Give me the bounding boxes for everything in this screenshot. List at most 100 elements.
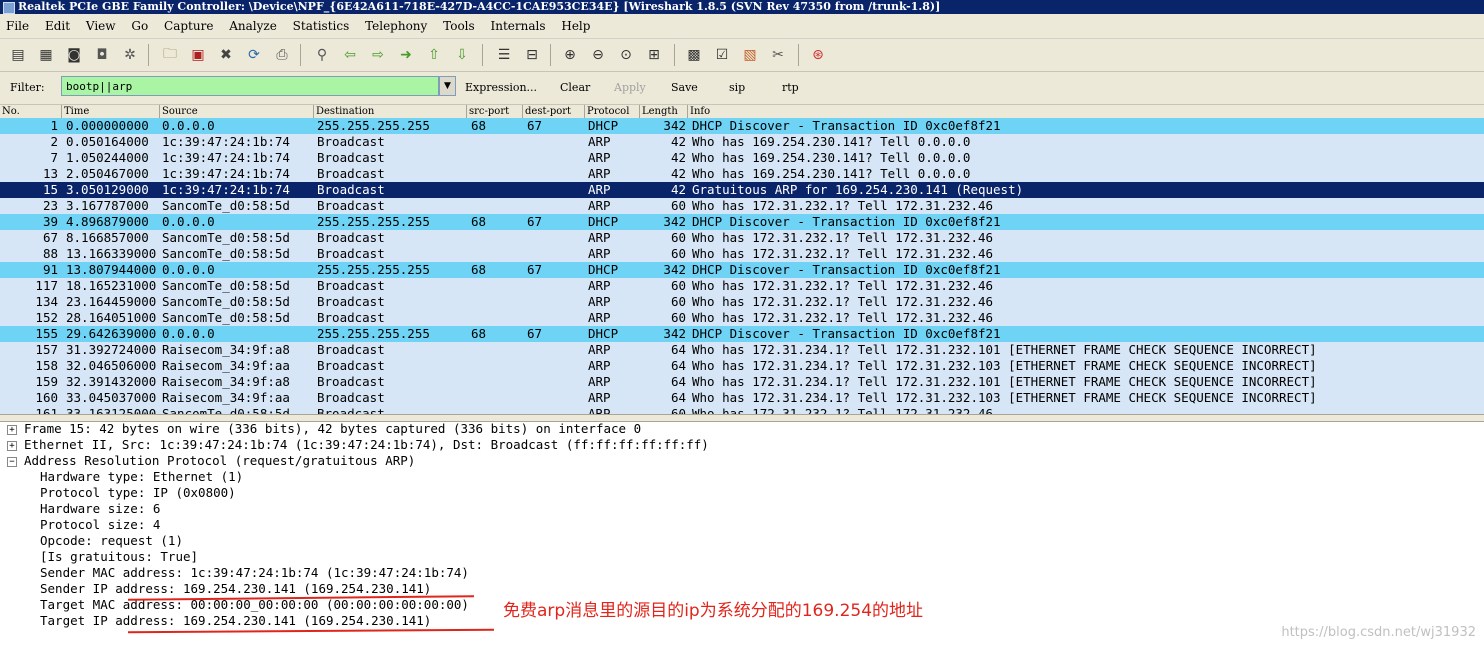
arp-field-hardware-size[interactable]: Hardware size: 6 [40, 501, 160, 517]
go-first-packet-icon[interactable]: ⇧ [424, 45, 444, 65]
zoom-out-icon[interactable]: ⊖ [588, 45, 608, 65]
packet-row[interactable]: 159 32.391432000 Raisecom_34:9f:a8 Broadcas… [0, 374, 1484, 390]
cell-source: 1c:39:47:24:1b:74 [162, 166, 290, 181]
detail-ethernet[interactable]: Ethernet II, Src: 1c:39:47:24:1b:74 (1c:… [24, 437, 709, 453]
column-src-port[interactable]: src-port [466, 105, 522, 118]
preferences-icon[interactable]: ✂ [768, 45, 788, 65]
arp-field-target-ip[interactable]: Target IP address: 169.254.230.141 (169.… [40, 613, 431, 629]
menu-capture[interactable]: Capture [158, 14, 219, 38]
detail-arp[interactable]: Address Resolution Protocol (request/gra… [24, 453, 415, 469]
capture-options-icon[interactable]: ▦ [36, 45, 56, 65]
column-source[interactable]: Source [159, 105, 313, 118]
close-file-icon[interactable]: ✖ [216, 45, 236, 65]
packet-row[interactable]: 152 28.164051000 SancomTe_d0:58:5d Broadcas… [0, 310, 1484, 326]
stop-capture-icon[interactable]: ◘ [92, 45, 112, 65]
reload-icon[interactable]: ⟳ [244, 45, 264, 65]
arp-field-opcode[interactable]: Opcode: request (1) [40, 533, 183, 549]
packet-row[interactable]: 7 1.050244000 1c:39:47:24:1b:74 Broadcast AR… [0, 150, 1484, 166]
save-filter-button[interactable]: Save [671, 81, 698, 94]
column-dest-port[interactable]: dest-port [522, 105, 584, 118]
packet-row[interactable]: 13 2.050467000 1c:39:47:24:1b:74 Broadcast A… [0, 166, 1484, 182]
packet-row[interactable]: 157 31.392724000 Raisecom_34:9f:a8 Broadcas… [0, 342, 1484, 358]
cell-info: Who has 172.31.232.1? Tell 172.31.232.46 [692, 246, 994, 261]
column-no[interactable]: No. [0, 105, 61, 118]
menu-statistics[interactable]: Statistics [287, 14, 356, 38]
expression-button[interactable]: Expression... [465, 81, 537, 94]
arp-field-protocol-type[interactable]: Protocol type: IP (0x0800) [40, 485, 236, 501]
collapse-toggle-arp[interactable]: − [7, 457, 17, 467]
auto-scroll-icon[interactable]: ⊟ [522, 45, 542, 65]
cell-protocol: ARP [588, 390, 611, 405]
colorize-icon[interactable]: ☰ [494, 45, 514, 65]
rtp-filter-button[interactable]: rtp [782, 81, 799, 94]
packet-row[interactable]: 1 0.000000000 0.0.0.0 255.255.255.255 68 67 DH… [0, 118, 1484, 134]
cell-info: Who has 172.31.234.1? Tell 172.31.232.10… [692, 374, 1317, 389]
print-icon[interactable]: ⎙ [272, 45, 292, 65]
capture-filters-icon[interactable]: ▩ [684, 45, 704, 65]
menu-go[interactable]: Go [125, 14, 154, 38]
menu-internals[interactable]: Internals [485, 14, 552, 38]
menu-help[interactable]: Help [555, 14, 596, 38]
apply-button[interactable]: Apply [614, 81, 646, 94]
clear-button[interactable]: Clear [560, 81, 590, 94]
arp-field-sender-mac[interactable]: Sender MAC address: 1c:39:47:24:1b:74 (1… [40, 565, 469, 581]
cell-protocol: ARP [588, 358, 611, 373]
cell-dest-port: 67 [527, 214, 543, 229]
packet-row[interactable]: 161 33.163125000 SancomTe_d0:58:5d Broadcas… [0, 406, 1484, 414]
packet-row[interactable]: 2 0.050164000 1c:39:47:24:1b:74 Broadcast AR… [0, 134, 1484, 150]
restart-capture-icon[interactable]: ✲ [120, 45, 140, 65]
go-forward-icon[interactable]: ⇨ [368, 45, 388, 65]
packet-row[interactable]: 15 3.050129000 1c:39:47:24:1b:74 Broadcast A… [0, 182, 1484, 198]
cell-length: 60 [670, 230, 686, 245]
column-info[interactable]: Info [687, 105, 1484, 118]
packet-row[interactable]: 39 4.896879000 0.0.0.0 255.255.255.255 68 67 D… [0, 214, 1484, 230]
packet-row[interactable]: 91 13.807944000 0.0.0.0 255.255.255.255 68 67… [0, 262, 1484, 278]
packet-row[interactable]: 155 29.642639000 0.0.0.0 255.255.255.255 68 6… [0, 326, 1484, 342]
arp-field-is-gratuitous[interactable]: [Is gratuitous: True] [40, 549, 198, 565]
coloring-rules-icon[interactable]: ▧ [740, 45, 760, 65]
packet-row[interactable]: 23 3.167787000 SancomTe_d0:58:5d Broadcast A… [0, 198, 1484, 214]
column-protocol[interactable]: Protocol [584, 105, 639, 118]
go-to-packet-icon[interactable]: ➜ [396, 45, 416, 65]
normal-size-icon[interactable]: ⊙ [616, 45, 636, 65]
packet-row[interactable]: 67 8.166857000 SancomTe_d0:58:5d Broadcast A… [0, 230, 1484, 246]
menu-file[interactable]: File [0, 14, 35, 38]
packet-list[interactable]: 1 0.000000000 0.0.0.0 255.255.255.255 68 67 DH… [0, 118, 1484, 414]
cell-info: Who has 172.31.234.1? Tell 172.31.232.10… [692, 390, 1317, 405]
go-last-packet-icon[interactable]: ⇩ [452, 45, 472, 65]
menu-view[interactable]: View [80, 14, 122, 38]
menu-analyze[interactable]: Analyze [223, 14, 283, 38]
interfaces-icon[interactable]: ▤ [8, 45, 28, 65]
expand-toggle-ethernet[interactable]: + [7, 441, 17, 451]
packet-row[interactable]: 158 32.046506000 Raisecom_34:9f:aa Broadcas… [0, 358, 1484, 374]
resize-columns-icon[interactable]: ⊞ [644, 45, 664, 65]
packet-row[interactable]: 134 23.164459000 SancomTe_d0:58:5d Broadcas… [0, 294, 1484, 310]
packet-row[interactable]: 88 13.166339000 SancomTe_d0:58:5d Broadcast… [0, 246, 1484, 262]
open-file-icon[interactable]: 🗀 [160, 45, 180, 65]
detail-frame[interactable]: Frame 15: 42 bytes on wire (336 bits), 4… [24, 421, 641, 437]
start-capture-icon[interactable]: ◙ [64, 45, 84, 65]
filter-dropdown-button[interactable]: ▼ [439, 76, 456, 96]
packet-row[interactable]: 117 18.165231000 SancomTe_d0:58:5d Broadcas… [0, 278, 1484, 294]
cell-length: 342 [663, 326, 686, 341]
arp-field-hardware-type[interactable]: Hardware type: Ethernet (1) [40, 469, 243, 485]
packet-row[interactable]: 160 33.045037000 Raisecom_34:9f:aa Broadcas… [0, 390, 1484, 406]
menu-tools[interactable]: Tools [437, 14, 481, 38]
cell-info: Who has 172.31.232.1? Tell 172.31.232.46 [692, 310, 994, 325]
display-filter-input[interactable]: bootp||arp [61, 76, 439, 96]
arp-field-protocol-size[interactable]: Protocol size: 4 [40, 517, 160, 533]
column-time[interactable]: Time [61, 105, 159, 118]
menu-telephony[interactable]: Telephony [359, 14, 433, 38]
column-length[interactable]: Length [639, 105, 687, 118]
column-destination[interactable]: Destination [313, 105, 466, 118]
menu-edit[interactable]: Edit [39, 14, 76, 38]
go-back-icon[interactable]: ⇦ [340, 45, 360, 65]
sip-filter-button[interactable]: sip [729, 81, 745, 94]
arp-field-sender-ip[interactable]: Sender IP address: 169.254.230.141 (169.… [40, 581, 431, 597]
zoom-in-icon[interactable]: ⊕ [560, 45, 580, 65]
help-icon[interactable]: ⊛ [808, 45, 828, 65]
save-file-icon[interactable]: ▣ [188, 45, 208, 65]
display-filters-icon[interactable]: ☑ [712, 45, 732, 65]
expand-toggle-frame[interactable]: + [7, 425, 17, 435]
find-packet-icon[interactable]: ⚲ [312, 45, 332, 65]
